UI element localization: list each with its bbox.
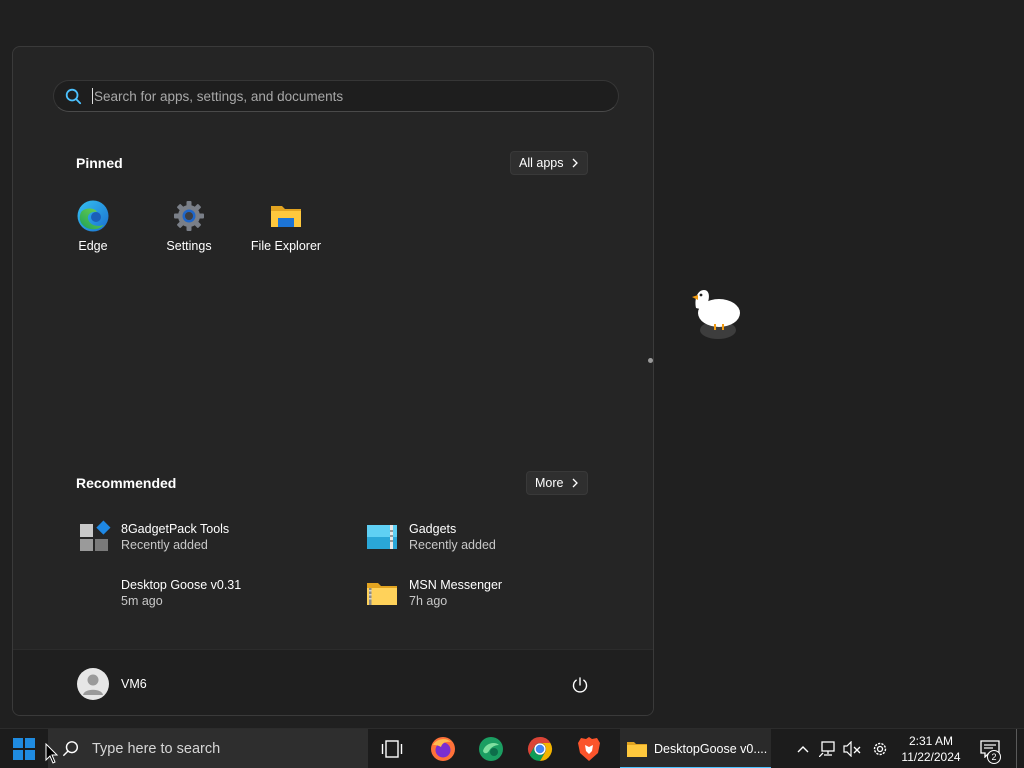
text-caret <box>92 88 93 104</box>
all-apps-label: All apps <box>519 156 564 170</box>
volume-button[interactable] <box>841 729 863 768</box>
folder-icon <box>271 206 301 227</box>
pinned-app-file-explorer[interactable]: File Explorer <box>243 199 329 253</box>
clock-time: 2:31 AM <box>908 734 954 748</box>
pinned-app-label: Edge <box>78 239 108 253</box>
chrome-icon <box>527 737 553 761</box>
gadgetpack-icon <box>80 520 111 551</box>
gear-icon <box>873 742 887 756</box>
task-view-icon <box>381 740 403 758</box>
recommended-item-msn-messenger[interactable]: MSN Messenger 7h ago <box>365 576 502 610</box>
search-icon <box>63 741 79 757</box>
start-menu-footer: VM6 <box>13 649 653 715</box>
page-indicator-dot[interactable] <box>648 358 653 363</box>
recommended-item-gadgets[interactable]: Gadgets Recently added <box>365 520 496 554</box>
volume-muted-icon <box>843 741 861 757</box>
avatar <box>77 668 109 700</box>
recommended-item-desktop-goose[interactable]: Desktop Goose v0.31 5m ago <box>77 576 241 610</box>
active-window-label: DesktopGoose v0.... <box>654 742 768 756</box>
pinned-app-label: Settings <box>166 239 212 253</box>
clock-date: 11/22/2024 <box>901 750 961 764</box>
task-view-button[interactable] <box>372 729 412 768</box>
recommended-item-name: MSN Messenger <box>409 578 503 592</box>
taskbar-app-firefox[interactable] <box>422 729 464 768</box>
recommended-title: Recommended <box>76 475 177 491</box>
user-account-button[interactable]: VM6 <box>77 668 147 700</box>
settings-tray-button[interactable] <box>868 729 892 768</box>
network-disconnected-icon <box>819 741 835 757</box>
recommended-item-subtitle: 7h ago <box>409 594 448 608</box>
all-apps-button[interactable]: All apps <box>510 151 589 175</box>
settings-gear-icon <box>174 201 204 231</box>
chevron-right-icon <box>573 478 579 488</box>
taskbar-clock[interactable]: 2:31 AM 11/22/2024 <box>896 733 966 765</box>
pinned-app-edge[interactable]: Edge <box>50 199 136 253</box>
recommended-item-name: 8GadgetPack Tools <box>121 522 230 536</box>
recommended-item-subtitle: Recently added <box>409 538 496 552</box>
start-menu: Search for apps, settings, and documents… <box>12 46 654 716</box>
recommended-item-subtitle: Recently added <box>121 538 208 552</box>
chevron-up-icon <box>797 746 809 753</box>
network-button[interactable] <box>817 729 839 768</box>
recommended-item-name: Desktop Goose v0.31 <box>121 578 242 592</box>
pinned-title: Pinned <box>76 155 123 171</box>
folder-icon <box>627 742 647 757</box>
notification-count-badge: 2 <box>987 750 1001 764</box>
taskbar-search-box[interactable]: Type here to search <box>48 729 368 768</box>
mouse-cursor-icon <box>45 743 59 764</box>
pinned-app-settings[interactable]: Settings <box>146 199 232 253</box>
recommended-item-8gadgetpack-tools[interactable]: 8GadgetPack Tools Recently added <box>77 520 229 554</box>
start-search-box[interactable]: Search for apps, settings, and documents <box>53 80 619 112</box>
taskbar-app-chrome[interactable] <box>519 729 561 768</box>
user-icon <box>83 674 103 695</box>
gadgets-icon <box>367 525 397 549</box>
power-icon[interactable] <box>571 676 589 694</box>
show-hidden-icons-button[interactable] <box>794 729 812 768</box>
show-desktop-button[interactable] <box>1016 729 1017 768</box>
taskbar-app-brave[interactable] <box>568 729 610 768</box>
desktop-goose-image <box>692 290 740 339</box>
chevron-right-icon <box>573 158 579 168</box>
firefox-icon <box>431 737 455 761</box>
search-placeholder: Search for apps, settings, and documents <box>94 88 344 104</box>
taskbar-active-window-desktopgoose[interactable]: DesktopGoose v0.... <box>620 729 771 768</box>
pinned-app-label: File Explorer <box>250 239 322 253</box>
taskbar: Type here to search DesktopGoose v0.... … <box>0 728 1024 768</box>
search-icon <box>65 88 82 105</box>
brave-icon <box>578 737 600 761</box>
taskbar-app-msn-messenger[interactable] <box>470 729 512 768</box>
recommended-item-name: Gadgets <box>409 522 457 536</box>
blank-file-icon <box>77 576 111 610</box>
recommended-item-subtitle: 5m ago <box>121 594 163 608</box>
zip-folder-icon <box>367 583 397 605</box>
start-button[interactable] <box>0 729 48 768</box>
taskbar-search-placeholder: Type here to search <box>92 741 221 757</box>
msn-messenger-icon <box>479 737 503 761</box>
user-name: VM6 <box>121 677 147 691</box>
more-button[interactable]: More <box>526 471 589 495</box>
more-label: More <box>535 476 564 490</box>
edge-icon <box>77 200 109 232</box>
windows-logo-icon <box>13 738 35 760</box>
